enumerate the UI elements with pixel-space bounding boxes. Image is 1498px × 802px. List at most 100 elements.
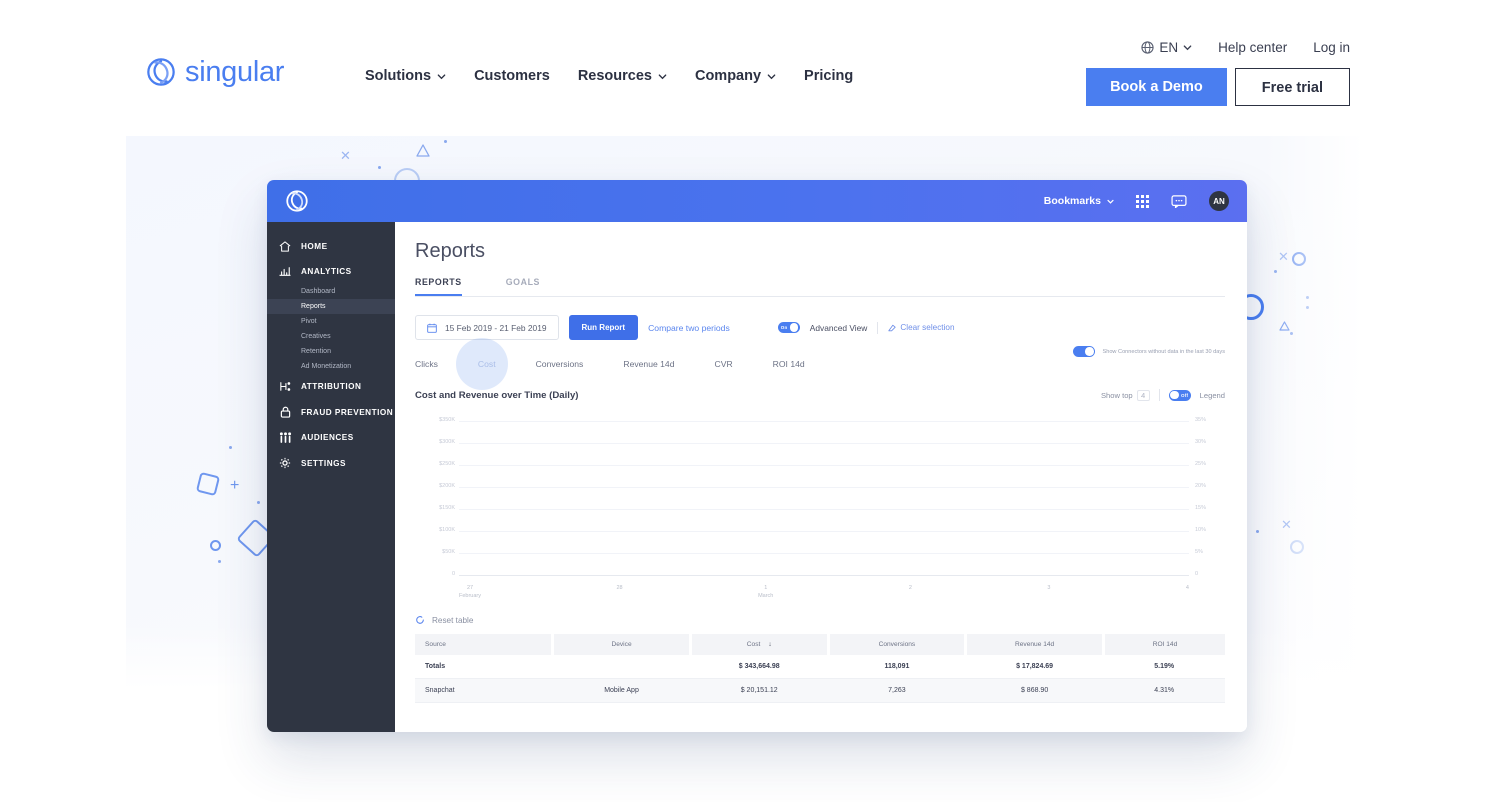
dashboard-screenshot-card: Bookmarks AN HOME ANALYTICS Dashboard Re… bbox=[267, 180, 1247, 732]
sidebar-item-fraud-prevention[interactable]: FRAUD PREVENTION bbox=[267, 399, 395, 425]
nav-item-customers[interactable]: Customers bbox=[474, 68, 550, 84]
y-axis-tick: $200K bbox=[439, 483, 455, 489]
decorative-circle bbox=[210, 540, 221, 551]
cell-roi-14d: 4.31% bbox=[1103, 678, 1225, 703]
legend-toggle[interactable]: Off bbox=[1168, 389, 1191, 401]
x-axis-tick-value: 3 bbox=[1047, 585, 1051, 591]
run-report-button[interactable]: Run Report bbox=[568, 315, 639, 340]
sidebar-item-attribution-label: ATTRIBUTION bbox=[301, 382, 362, 391]
date-range-picker[interactable]: 15 Feb 2019 - 21 Feb 2019 bbox=[415, 315, 559, 340]
chart-title: Cost and Revenue over Time (Daily) bbox=[415, 389, 579, 401]
chart-header: Cost and Revenue over Time (Daily) Show … bbox=[415, 389, 1225, 401]
x-axis-tick-value: 28 bbox=[616, 585, 623, 591]
table-row[interactable]: Totals $ 343,664.98 118,091 $ 17,824.69 … bbox=[415, 655, 1225, 679]
chevron-down-icon bbox=[1107, 199, 1114, 204]
sidebar-subitem-creatives[interactable]: Creatives bbox=[267, 329, 395, 344]
bookmarks-label: Bookmarks bbox=[1043, 195, 1101, 207]
column-header-roi-14d[interactable]: ROI 14d bbox=[1103, 634, 1225, 655]
sidebar-subitem-dashboard[interactable]: Dashboard bbox=[267, 284, 395, 299]
metric-tab-cost[interactable]: Cost bbox=[478, 359, 496, 369]
sidebar-subitem-ad-monetization[interactable]: Ad Monetization bbox=[267, 359, 395, 374]
cell-source: Snapchat bbox=[415, 678, 553, 703]
sidebar-item-settings-label: SETTINGS bbox=[301, 458, 346, 468]
metric-tab-roi-14d[interactable]: ROI 14d bbox=[773, 359, 805, 369]
date-range-value: 15 Feb 2019 - 21 Feb 2019 bbox=[445, 322, 547, 333]
report-table: Source Device Cost ↓ Conversions Revenue … bbox=[415, 634, 1225, 703]
free-trial-button[interactable]: Free trial bbox=[1234, 68, 1350, 106]
sidebar-item-home[interactable]: HOME bbox=[267, 234, 395, 259]
metric-tab-revenue-14d[interactable]: Revenue 14d bbox=[623, 359, 674, 369]
metric-tab-clicks[interactable]: Clicks bbox=[415, 359, 438, 369]
cell-conversions: 7,263 bbox=[828, 678, 966, 703]
cell-roi-14d: 5.19% bbox=[1103, 655, 1225, 679]
sidebar-item-analytics[interactable]: ANALYTICS bbox=[267, 259, 395, 284]
compare-two-periods-link[interactable]: Compare two periods bbox=[648, 323, 730, 333]
x-axis-tick: 3 bbox=[1047, 585, 1050, 599]
x-axis-tick-value: 2 bbox=[908, 585, 912, 591]
decorative-dot bbox=[1256, 530, 1259, 533]
attribution-icon bbox=[278, 381, 292, 392]
calendar-icon bbox=[427, 323, 437, 333]
y2-axis-tick: 10% bbox=[1195, 527, 1207, 533]
column-header-device[interactable]: Device bbox=[552, 634, 692, 655]
show-top-control[interactable]: Show top 4 bbox=[1100, 389, 1150, 401]
clear-selection-label: Clear selection bbox=[900, 323, 955, 332]
singular-logo[interactable]: singular bbox=[146, 57, 284, 87]
y-axis-tick: $50K bbox=[442, 549, 455, 555]
y-axis-tick: $150K bbox=[439, 505, 455, 511]
book-a-demo-button[interactable]: Book a Demo bbox=[1086, 68, 1227, 106]
nav-item-pricing-label: Pricing bbox=[804, 68, 854, 84]
tab-reports[interactable]: REPORTS bbox=[415, 277, 462, 296]
sidebar-subitem-pivot[interactable]: Pivot bbox=[267, 314, 395, 329]
dashboard-logo-icon[interactable] bbox=[285, 189, 309, 213]
table-header-row: Source Device Cost ↓ Conversions Revenue … bbox=[415, 634, 1225, 655]
legend-toggle-state: Off bbox=[1181, 392, 1189, 398]
y2-axis-tick: 20% bbox=[1195, 483, 1207, 489]
column-header-source[interactable]: Source bbox=[415, 634, 555, 655]
page-root: singular Solutions Customers Resources C… bbox=[0, 0, 1498, 802]
nav-item-solutions-label: Solutions bbox=[365, 68, 432, 84]
show-top-value[interactable]: 4 bbox=[1136, 389, 1150, 401]
tab-goals[interactable]: GOALS bbox=[506, 277, 540, 296]
show-connectors-row: Show Connectors without data in the last… bbox=[1073, 346, 1225, 357]
column-header-cost[interactable]: Cost ↓ bbox=[690, 634, 830, 655]
log-in-link[interactable]: Log in bbox=[1313, 40, 1350, 55]
home-icon bbox=[278, 241, 292, 252]
decorative-dot bbox=[378, 166, 381, 169]
sidebar-subitem-reports[interactable]: Reports bbox=[267, 299, 395, 314]
chart-controls: Show top 4 Off Legend bbox=[1101, 389, 1225, 401]
clear-selection-button[interactable]: Clear selection bbox=[888, 323, 955, 332]
advanced-view-toggle[interactable]: On bbox=[777, 322, 800, 333]
metric-tab-cvr[interactable]: CVR bbox=[715, 359, 733, 369]
nav-item-resources[interactable]: Resources bbox=[578, 68, 667, 84]
nav-item-solutions[interactable]: Solutions bbox=[365, 68, 446, 84]
nav-item-company[interactable]: Company bbox=[695, 68, 776, 84]
show-connectors-toggle[interactable] bbox=[1073, 346, 1096, 357]
y2-axis-tick: 35% bbox=[1195, 417, 1207, 423]
bookmarks-dropdown[interactable]: Bookmarks bbox=[1044, 195, 1114, 207]
sidebar-item-settings[interactable]: SETTINGS bbox=[267, 450, 395, 476]
show-top-label: Show top bbox=[1100, 390, 1133, 400]
language-selector[interactable]: EN bbox=[1141, 40, 1192, 55]
sidebar-item-analytics-label: ANALYTICS bbox=[301, 267, 352, 276]
table-row[interactable]: Snapchat Mobile App $ 20,151.12 7,263 $ … bbox=[415, 678, 1225, 703]
cta-buttons: Book a Demo Free trial bbox=[1086, 68, 1350, 106]
audiences-icon bbox=[278, 432, 292, 443]
sidebar-subitem-retention[interactable]: Retention bbox=[267, 344, 395, 359]
x-axis-tick-value: 4 bbox=[1185, 585, 1189, 591]
metric-tab-conversions[interactable]: Conversions bbox=[536, 359, 584, 369]
globe-icon bbox=[1141, 41, 1155, 54]
y2-axis-tick: 5% bbox=[1195, 549, 1203, 555]
apps-grid-icon[interactable] bbox=[1136, 194, 1149, 208]
chat-icon[interactable] bbox=[1171, 194, 1187, 208]
x-axis-month: February bbox=[459, 593, 482, 599]
decorative-dot bbox=[257, 501, 260, 504]
help-center-link[interactable]: Help center bbox=[1218, 40, 1287, 55]
sidebar-item-attribution[interactable]: ATTRIBUTION bbox=[267, 374, 395, 399]
nav-item-pricing[interactable]: Pricing bbox=[804, 68, 853, 84]
column-header-revenue-14d[interactable]: Revenue 14d bbox=[965, 634, 1105, 655]
reset-table-label[interactable]: Reset table bbox=[432, 616, 473, 625]
sidebar-item-audiences[interactable]: AUDIENCES bbox=[267, 425, 395, 450]
column-header-conversions[interactable]: Conversions bbox=[828, 634, 968, 655]
user-avatar[interactable]: AN bbox=[1209, 191, 1229, 211]
